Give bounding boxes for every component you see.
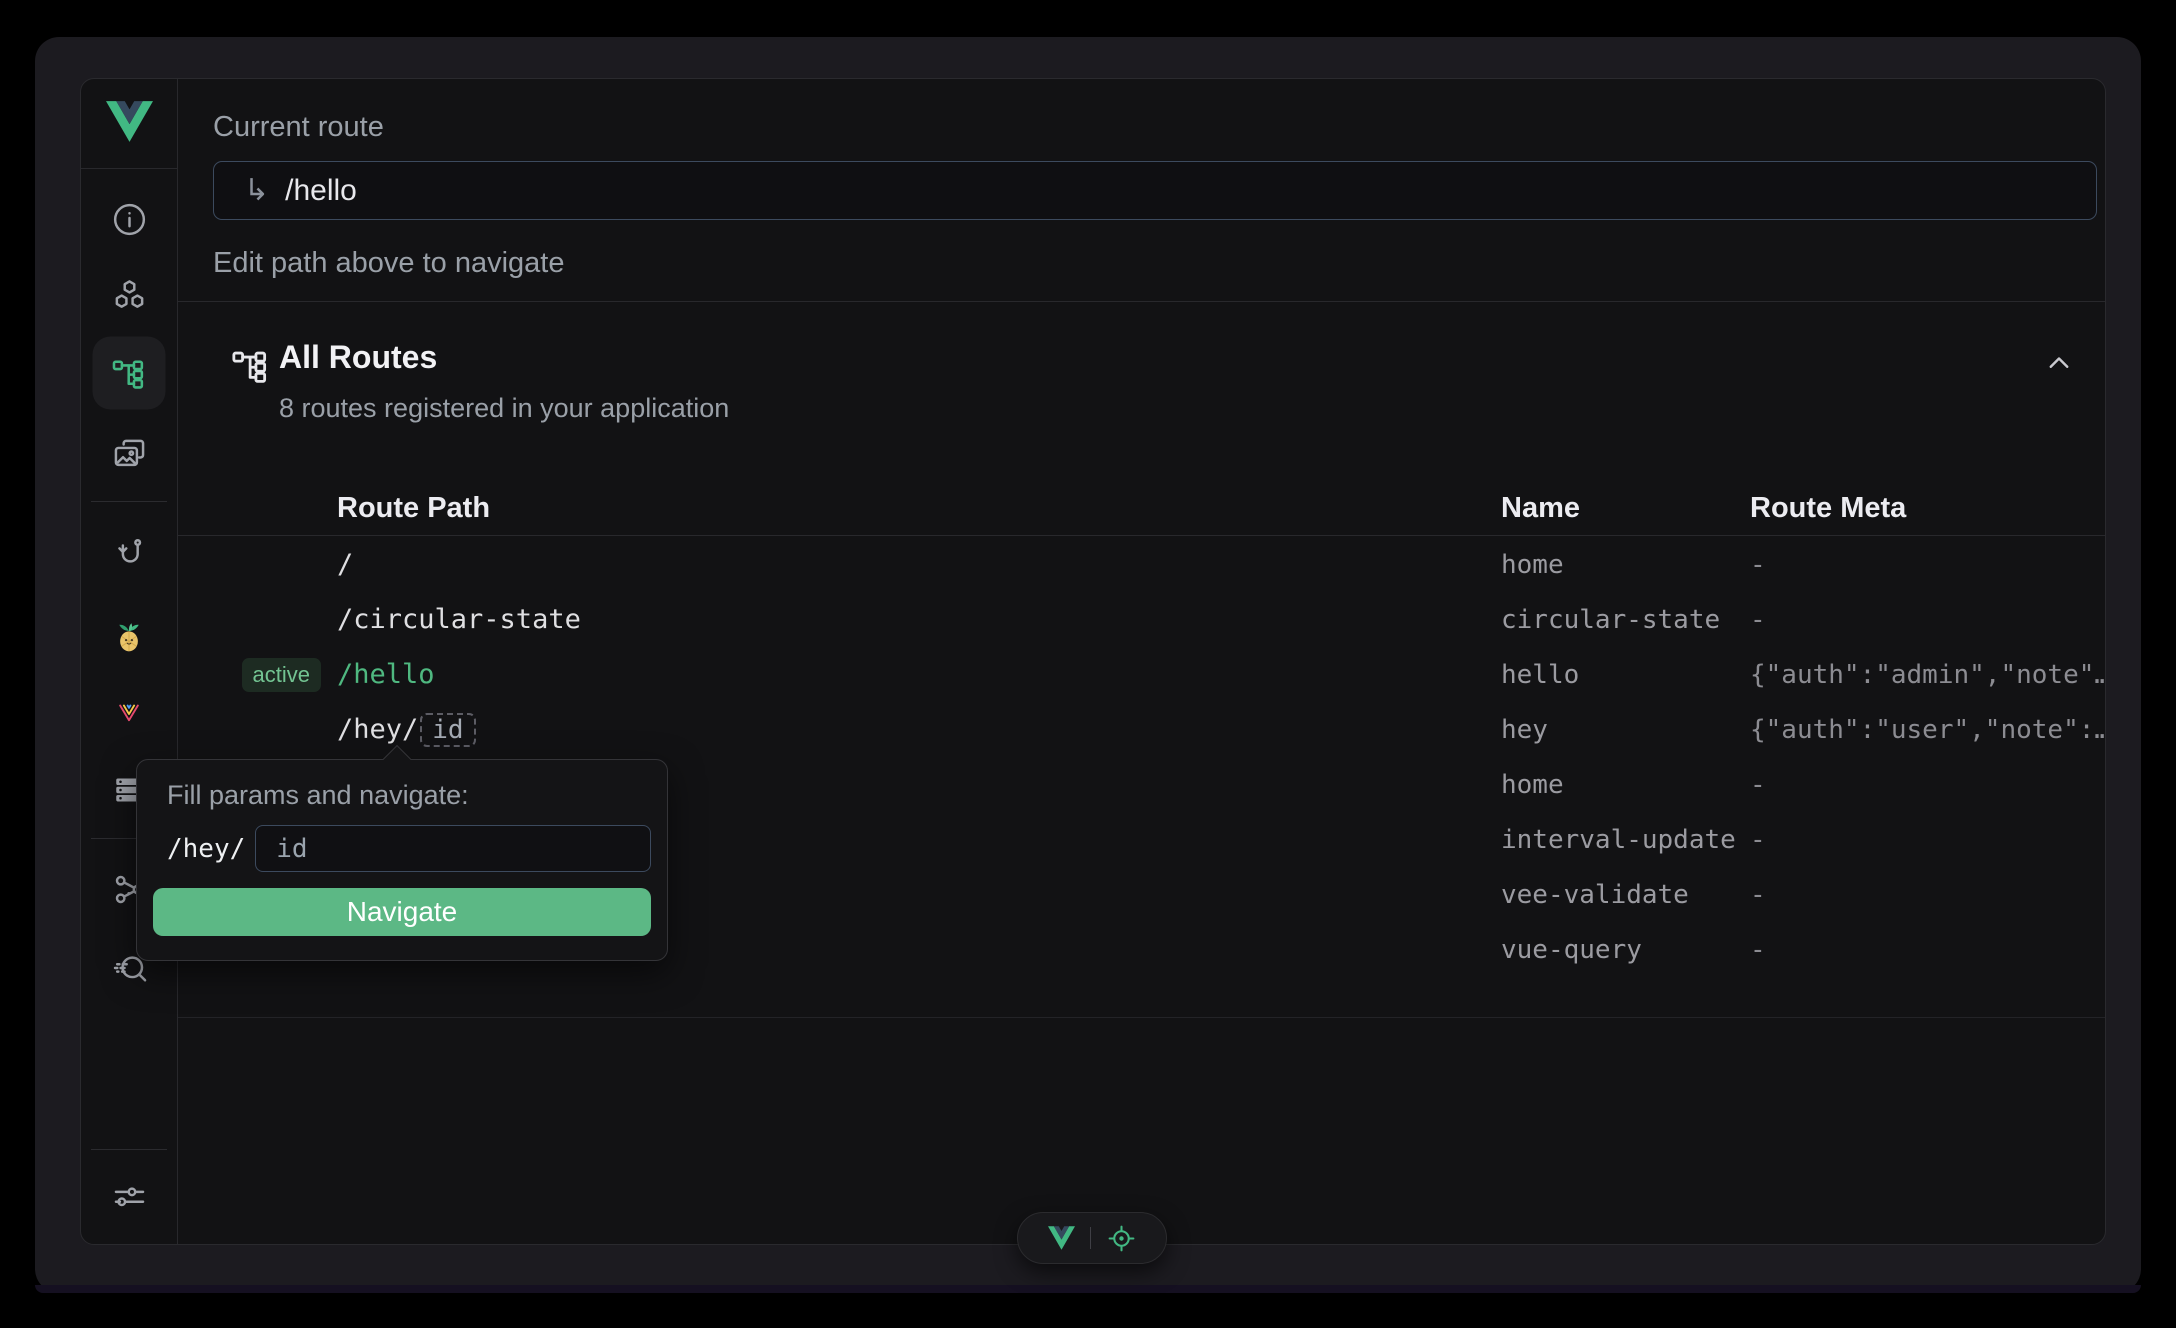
route-name-cell: home (1501, 550, 1750, 580)
route-meta-cell: {"auth":"user","note":… (1750, 715, 2105, 745)
route-param-box[interactable]: id (420, 713, 475, 747)
table-row[interactable]: /hey/id hey {"auth":"user","note":… (178, 702, 2105, 757)
route-name-cell: circular-state (1501, 605, 1750, 635)
current-route-hint: Edit path above to navigate (213, 247, 564, 280)
vee-validate-icon (114, 699, 144, 727)
sidebar-item-router[interactable] (93, 521, 165, 585)
pill-divider (1090, 1227, 1091, 1249)
vue-logo-icon (106, 101, 153, 147)
route-meta-cell: - (1750, 825, 2105, 855)
route-name-cell: hey (1501, 715, 1750, 745)
route-meta-cell: - (1750, 550, 2105, 580)
sidebar-divider (91, 501, 167, 502)
current-route-label: Current route (213, 111, 384, 144)
route-meta-cell: - (1750, 880, 2105, 910)
chevron-up-icon (2041, 345, 2077, 386)
route-name-cell: home (1501, 770, 1750, 800)
route-name-cell: vee-validate (1501, 880, 1750, 910)
section-divider (178, 1017, 2105, 1018)
devtools-toggle-pill[interactable] (1017, 1212, 1167, 1264)
sidebar-item-pinia[interactable] (93, 604, 165, 668)
devtools-panel: Current route ↳ Edit path above to navig… (80, 78, 2106, 1245)
route-name-cell: interval-update (1501, 825, 1750, 855)
sidebar-item-components[interactable] (93, 264, 165, 328)
table-row[interactable]: /circular-state circular-state - (178, 592, 2105, 647)
active-badge: active (242, 658, 321, 692)
all-routes-subtitle: 8 routes registered in your application (279, 393, 729, 424)
sidebar-item-settings[interactable] (93, 1164, 165, 1228)
table-row[interactable]: / home - (178, 537, 2105, 592)
sidebar-item-info[interactable] (93, 187, 165, 251)
sidebar (81, 79, 178, 1244)
sidebar-logo[interactable] (81, 79, 177, 169)
table-row[interactable]: active /hello hello {"auth":"admin","not… (178, 647, 2105, 702)
column-header-name: Name (1501, 492, 1750, 525)
route-meta-cell: - (1750, 935, 2105, 965)
routes-tree-icon (230, 345, 272, 392)
routes-tree-icon (110, 354, 148, 392)
route-meta-cell: {"auth":"admin","note"… (1750, 660, 2105, 690)
sliders-settings-icon (111, 1178, 148, 1215)
current-route-inputbox[interactable]: ↳ (213, 161, 2097, 220)
route-path-cell: /hey/id (337, 713, 1501, 747)
collapse-section-button[interactable] (2037, 343, 2081, 387)
route-path-cell: / (337, 549, 1501, 580)
sidebar-item-vee-validate[interactable] (93, 681, 165, 745)
component-inspector-target-icon[interactable] (1106, 1223, 1137, 1254)
sidebar-item-routes[interactable] (93, 337, 166, 410)
current-route-input[interactable] (285, 174, 2096, 208)
navigate-button[interactable]: Navigate (153, 888, 651, 936)
images-icon (111, 435, 148, 472)
sidebar-item-assets[interactable] (93, 421, 165, 485)
route-path-cell: /hello (337, 659, 1501, 690)
column-header-route-meta: Route Meta (1750, 492, 2105, 525)
sidebar-divider (91, 1149, 167, 1150)
table-header-row: Route Path Name Route Meta (178, 481, 2105, 536)
browser-frame: Current route ↳ Edit path above to navig… (35, 37, 2141, 1293)
router-icon (111, 535, 148, 572)
info-icon (111, 201, 148, 238)
param-value-input[interactable] (255, 825, 651, 872)
components-icon (111, 278, 148, 315)
all-routes-title: All Routes (279, 339, 437, 376)
route-meta-cell: - (1750, 605, 2105, 635)
route-name-cell: hello (1501, 660, 1750, 690)
route-path-cell: /circular-state (337, 604, 1501, 635)
enter-arrow-icon: ↳ (244, 173, 269, 208)
pinia-pineapple-icon (113, 619, 145, 653)
fill-params-popup: Fill params and navigate: /hey/ Navigate (136, 759, 668, 961)
route-name-cell: vue-query (1501, 935, 1750, 965)
column-header-route-path: Route Path (337, 492, 1501, 525)
popup-title: Fill params and navigate: (153, 780, 651, 811)
main-content: Current route ↳ Edit path above to navig… (178, 79, 2105, 1244)
current-route-section: Current route ↳ Edit path above to navig… (178, 79, 2105, 302)
route-meta-cell: - (1750, 770, 2105, 800)
popup-param-row: /hey/ (153, 825, 651, 872)
popup-path-prefix: /hey/ (167, 834, 245, 864)
vue-logo-icon[interactable] (1048, 1226, 1075, 1250)
